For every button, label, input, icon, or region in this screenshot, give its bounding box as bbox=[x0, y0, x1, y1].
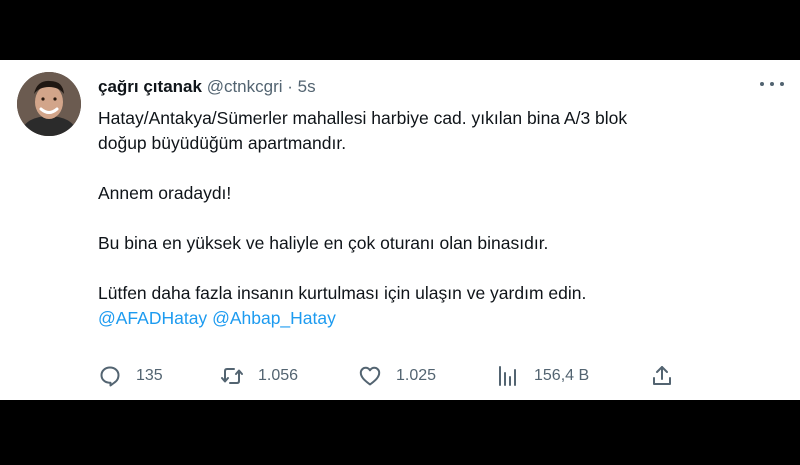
tweet-line: doğup büyüdüğüm apartmandır. bbox=[98, 133, 347, 153]
more-horizontal-icon[interactable] bbox=[760, 76, 784, 92]
retweet-button[interactable]: 1.056 bbox=[220, 364, 298, 388]
views-button[interactable]: 156,4 B bbox=[496, 364, 589, 388]
mention-link[interactable]: @AFADHatay bbox=[98, 308, 207, 328]
author-handle[interactable]: @ctnkcgri bbox=[207, 77, 283, 96]
avatar-image bbox=[17, 72, 81, 136]
heart-icon bbox=[359, 366, 381, 386]
author-name[interactable]: çağrı çıtanak bbox=[98, 77, 202, 96]
share-icon bbox=[653, 366, 671, 385]
reply-icon bbox=[100, 366, 120, 387]
views-icon bbox=[499, 366, 516, 386]
tweet-time[interactable]: 5s bbox=[298, 77, 316, 96]
tweet-line: Hatay/Antakya/Sümerler mahallesi harbiye… bbox=[98, 108, 628, 128]
share-button[interactable] bbox=[650, 364, 674, 388]
mention-link[interactable]: @Ahbap_Hatay bbox=[212, 308, 336, 328]
action-bar: 135 1.056 1.025 156,4 B bbox=[98, 364, 678, 388]
reply-button[interactable]: 135 bbox=[98, 364, 163, 388]
tweet-card: çağrı çıtanak @ctnkcgri · 5s Hatay/Antak… bbox=[0, 60, 800, 400]
reply-count: 135 bbox=[136, 367, 163, 384]
tweet-line: Lütfen daha fazla insanın kurtulması içi… bbox=[98, 283, 587, 303]
views-count: 156,4 B bbox=[534, 367, 590, 384]
mentions-line: @AFADHatay @Ahbap_Hatay bbox=[98, 306, 778, 331]
tweet-line: Bu bina en yüksek ve haliyle en çok otur… bbox=[98, 233, 549, 253]
tweet-header: çağrı çıtanak @ctnkcgri · 5s bbox=[98, 76, 316, 98]
tweet-line: Annem oradaydı! bbox=[98, 183, 232, 203]
like-count: 1.025 bbox=[396, 367, 437, 384]
retweet-icon bbox=[221, 368, 243, 384]
retweet-count: 1.056 bbox=[258, 367, 299, 384]
tweet-text: Hatay/Antakya/Sümerler mahallesi harbiye… bbox=[98, 106, 778, 331]
separator-dot: · bbox=[287, 77, 293, 96]
avatar[interactable] bbox=[17, 72, 81, 136]
like-button[interactable]: 1.025 bbox=[358, 364, 436, 388]
